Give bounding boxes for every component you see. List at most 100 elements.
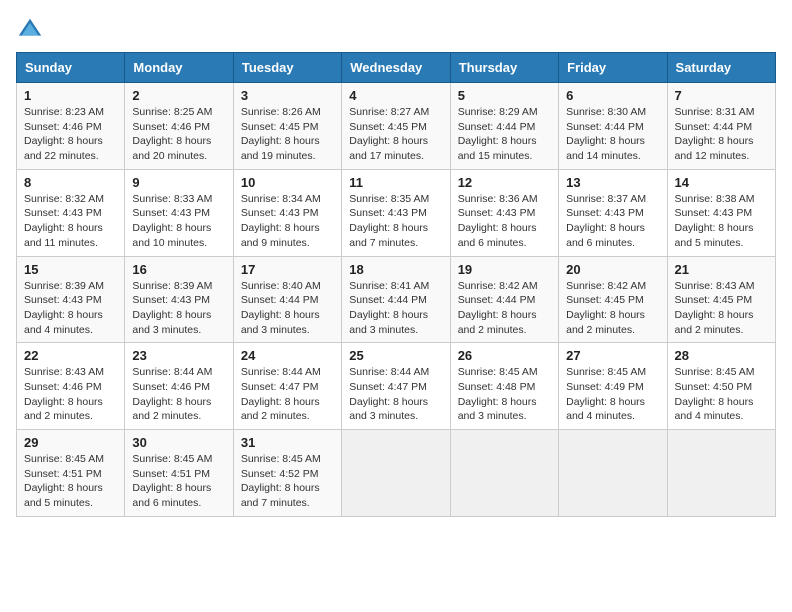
day-info: Sunrise: 8:43 AM Sunset: 4:45 PM Dayligh… [675,279,768,338]
calendar-cell: 18 Sunrise: 8:41 AM Sunset: 4:44 PM Dayl… [342,256,450,343]
day-info: Sunrise: 8:42 AM Sunset: 4:45 PM Dayligh… [566,279,659,338]
day-number: 26 [458,348,551,363]
calendar-cell: 5 Sunrise: 8:29 AM Sunset: 4:44 PM Dayli… [450,83,558,170]
calendar-cell: 29 Sunrise: 8:45 AM Sunset: 4:51 PM Dayl… [17,430,125,517]
day-info: Sunrise: 8:32 AM Sunset: 4:43 PM Dayligh… [24,192,117,251]
day-number: 25 [349,348,442,363]
day-info: Sunrise: 8:44 AM Sunset: 4:47 PM Dayligh… [349,365,442,424]
calendar-cell: 13 Sunrise: 8:37 AM Sunset: 4:43 PM Dayl… [559,169,667,256]
calendar-cell: 16 Sunrise: 8:39 AM Sunset: 4:43 PM Dayl… [125,256,233,343]
day-info: Sunrise: 8:42 AM Sunset: 4:44 PM Dayligh… [458,279,551,338]
calendar-cell: 26 Sunrise: 8:45 AM Sunset: 4:48 PM Dayl… [450,343,558,430]
day-number: 12 [458,175,551,190]
day-number: 16 [132,262,225,277]
day-info: Sunrise: 8:34 AM Sunset: 4:43 PM Dayligh… [241,192,334,251]
calendar-cell: 24 Sunrise: 8:44 AM Sunset: 4:47 PM Dayl… [233,343,341,430]
calendar-cell: 8 Sunrise: 8:32 AM Sunset: 4:43 PM Dayli… [17,169,125,256]
logo [16,16,48,44]
day-number: 2 [132,88,225,103]
day-number: 4 [349,88,442,103]
calendar-cell: 11 Sunrise: 8:35 AM Sunset: 4:43 PM Dayl… [342,169,450,256]
day-number: 5 [458,88,551,103]
page-header [16,16,776,44]
calendar-cell: 19 Sunrise: 8:42 AM Sunset: 4:44 PM Dayl… [450,256,558,343]
calendar-cell: 22 Sunrise: 8:43 AM Sunset: 4:46 PM Dayl… [17,343,125,430]
day-number: 11 [349,175,442,190]
day-info: Sunrise: 8:31 AM Sunset: 4:44 PM Dayligh… [675,105,768,164]
day-number: 1 [24,88,117,103]
day-number: 17 [241,262,334,277]
col-header-monday: Monday [125,53,233,83]
day-number: 14 [675,175,768,190]
day-number: 20 [566,262,659,277]
day-number: 13 [566,175,659,190]
day-number: 21 [675,262,768,277]
day-number: 15 [24,262,117,277]
day-number: 19 [458,262,551,277]
col-header-saturday: Saturday [667,53,775,83]
col-header-tuesday: Tuesday [233,53,341,83]
calendar-cell: 6 Sunrise: 8:30 AM Sunset: 4:44 PM Dayli… [559,83,667,170]
day-number: 7 [675,88,768,103]
day-info: Sunrise: 8:39 AM Sunset: 4:43 PM Dayligh… [132,279,225,338]
calendar-cell: 10 Sunrise: 8:34 AM Sunset: 4:43 PM Dayl… [233,169,341,256]
calendar-cell [559,430,667,517]
day-number: 24 [241,348,334,363]
calendar-cell: 27 Sunrise: 8:45 AM Sunset: 4:49 PM Dayl… [559,343,667,430]
day-number: 29 [24,435,117,450]
day-info: Sunrise: 8:45 AM Sunset: 4:49 PM Dayligh… [566,365,659,424]
calendar-cell: 14 Sunrise: 8:38 AM Sunset: 4:43 PM Dayl… [667,169,775,256]
day-number: 27 [566,348,659,363]
day-info: Sunrise: 8:43 AM Sunset: 4:46 PM Dayligh… [24,365,117,424]
day-info: Sunrise: 8:23 AM Sunset: 4:46 PM Dayligh… [24,105,117,164]
day-info: Sunrise: 8:36 AM Sunset: 4:43 PM Dayligh… [458,192,551,251]
calendar-cell: 2 Sunrise: 8:25 AM Sunset: 4:46 PM Dayli… [125,83,233,170]
day-number: 30 [132,435,225,450]
calendar-cell: 9 Sunrise: 8:33 AM Sunset: 4:43 PM Dayli… [125,169,233,256]
col-header-sunday: Sunday [17,53,125,83]
day-number: 6 [566,88,659,103]
day-number: 22 [24,348,117,363]
calendar-cell [342,430,450,517]
day-info: Sunrise: 8:44 AM Sunset: 4:46 PM Dayligh… [132,365,225,424]
calendar-cell: 25 Sunrise: 8:44 AM Sunset: 4:47 PM Dayl… [342,343,450,430]
calendar-cell: 15 Sunrise: 8:39 AM Sunset: 4:43 PM Dayl… [17,256,125,343]
day-number: 31 [241,435,334,450]
day-info: Sunrise: 8:45 AM Sunset: 4:51 PM Dayligh… [24,452,117,511]
calendar-cell: 20 Sunrise: 8:42 AM Sunset: 4:45 PM Dayl… [559,256,667,343]
calendar-cell: 23 Sunrise: 8:44 AM Sunset: 4:46 PM Dayl… [125,343,233,430]
day-number: 8 [24,175,117,190]
day-info: Sunrise: 8:33 AM Sunset: 4:43 PM Dayligh… [132,192,225,251]
day-number: 3 [241,88,334,103]
day-info: Sunrise: 8:25 AM Sunset: 4:46 PM Dayligh… [132,105,225,164]
day-info: Sunrise: 8:44 AM Sunset: 4:47 PM Dayligh… [241,365,334,424]
day-info: Sunrise: 8:37 AM Sunset: 4:43 PM Dayligh… [566,192,659,251]
day-number: 10 [241,175,334,190]
col-header-thursday: Thursday [450,53,558,83]
calendar-cell: 17 Sunrise: 8:40 AM Sunset: 4:44 PM Dayl… [233,256,341,343]
calendar-cell: 28 Sunrise: 8:45 AM Sunset: 4:50 PM Dayl… [667,343,775,430]
calendar-cell: 1 Sunrise: 8:23 AM Sunset: 4:46 PM Dayli… [17,83,125,170]
day-info: Sunrise: 8:41 AM Sunset: 4:44 PM Dayligh… [349,279,442,338]
calendar-cell [450,430,558,517]
day-info: Sunrise: 8:27 AM Sunset: 4:45 PM Dayligh… [349,105,442,164]
col-header-wednesday: Wednesday [342,53,450,83]
day-info: Sunrise: 8:40 AM Sunset: 4:44 PM Dayligh… [241,279,334,338]
day-number: 23 [132,348,225,363]
calendar-table: SundayMondayTuesdayWednesdayThursdayFrid… [16,52,776,517]
calendar-cell: 12 Sunrise: 8:36 AM Sunset: 4:43 PM Dayl… [450,169,558,256]
calendar-cell: 21 Sunrise: 8:43 AM Sunset: 4:45 PM Dayl… [667,256,775,343]
day-number: 28 [675,348,768,363]
day-info: Sunrise: 8:45 AM Sunset: 4:50 PM Dayligh… [675,365,768,424]
day-info: Sunrise: 8:30 AM Sunset: 4:44 PM Dayligh… [566,105,659,164]
day-info: Sunrise: 8:35 AM Sunset: 4:43 PM Dayligh… [349,192,442,251]
day-info: Sunrise: 8:26 AM Sunset: 4:45 PM Dayligh… [241,105,334,164]
calendar-cell: 7 Sunrise: 8:31 AM Sunset: 4:44 PM Dayli… [667,83,775,170]
calendar-cell: 31 Sunrise: 8:45 AM Sunset: 4:52 PM Dayl… [233,430,341,517]
calendar-cell [667,430,775,517]
day-info: Sunrise: 8:29 AM Sunset: 4:44 PM Dayligh… [458,105,551,164]
day-info: Sunrise: 8:45 AM Sunset: 4:51 PM Dayligh… [132,452,225,511]
logo-icon [16,16,44,44]
day-info: Sunrise: 8:45 AM Sunset: 4:52 PM Dayligh… [241,452,334,511]
day-number: 18 [349,262,442,277]
